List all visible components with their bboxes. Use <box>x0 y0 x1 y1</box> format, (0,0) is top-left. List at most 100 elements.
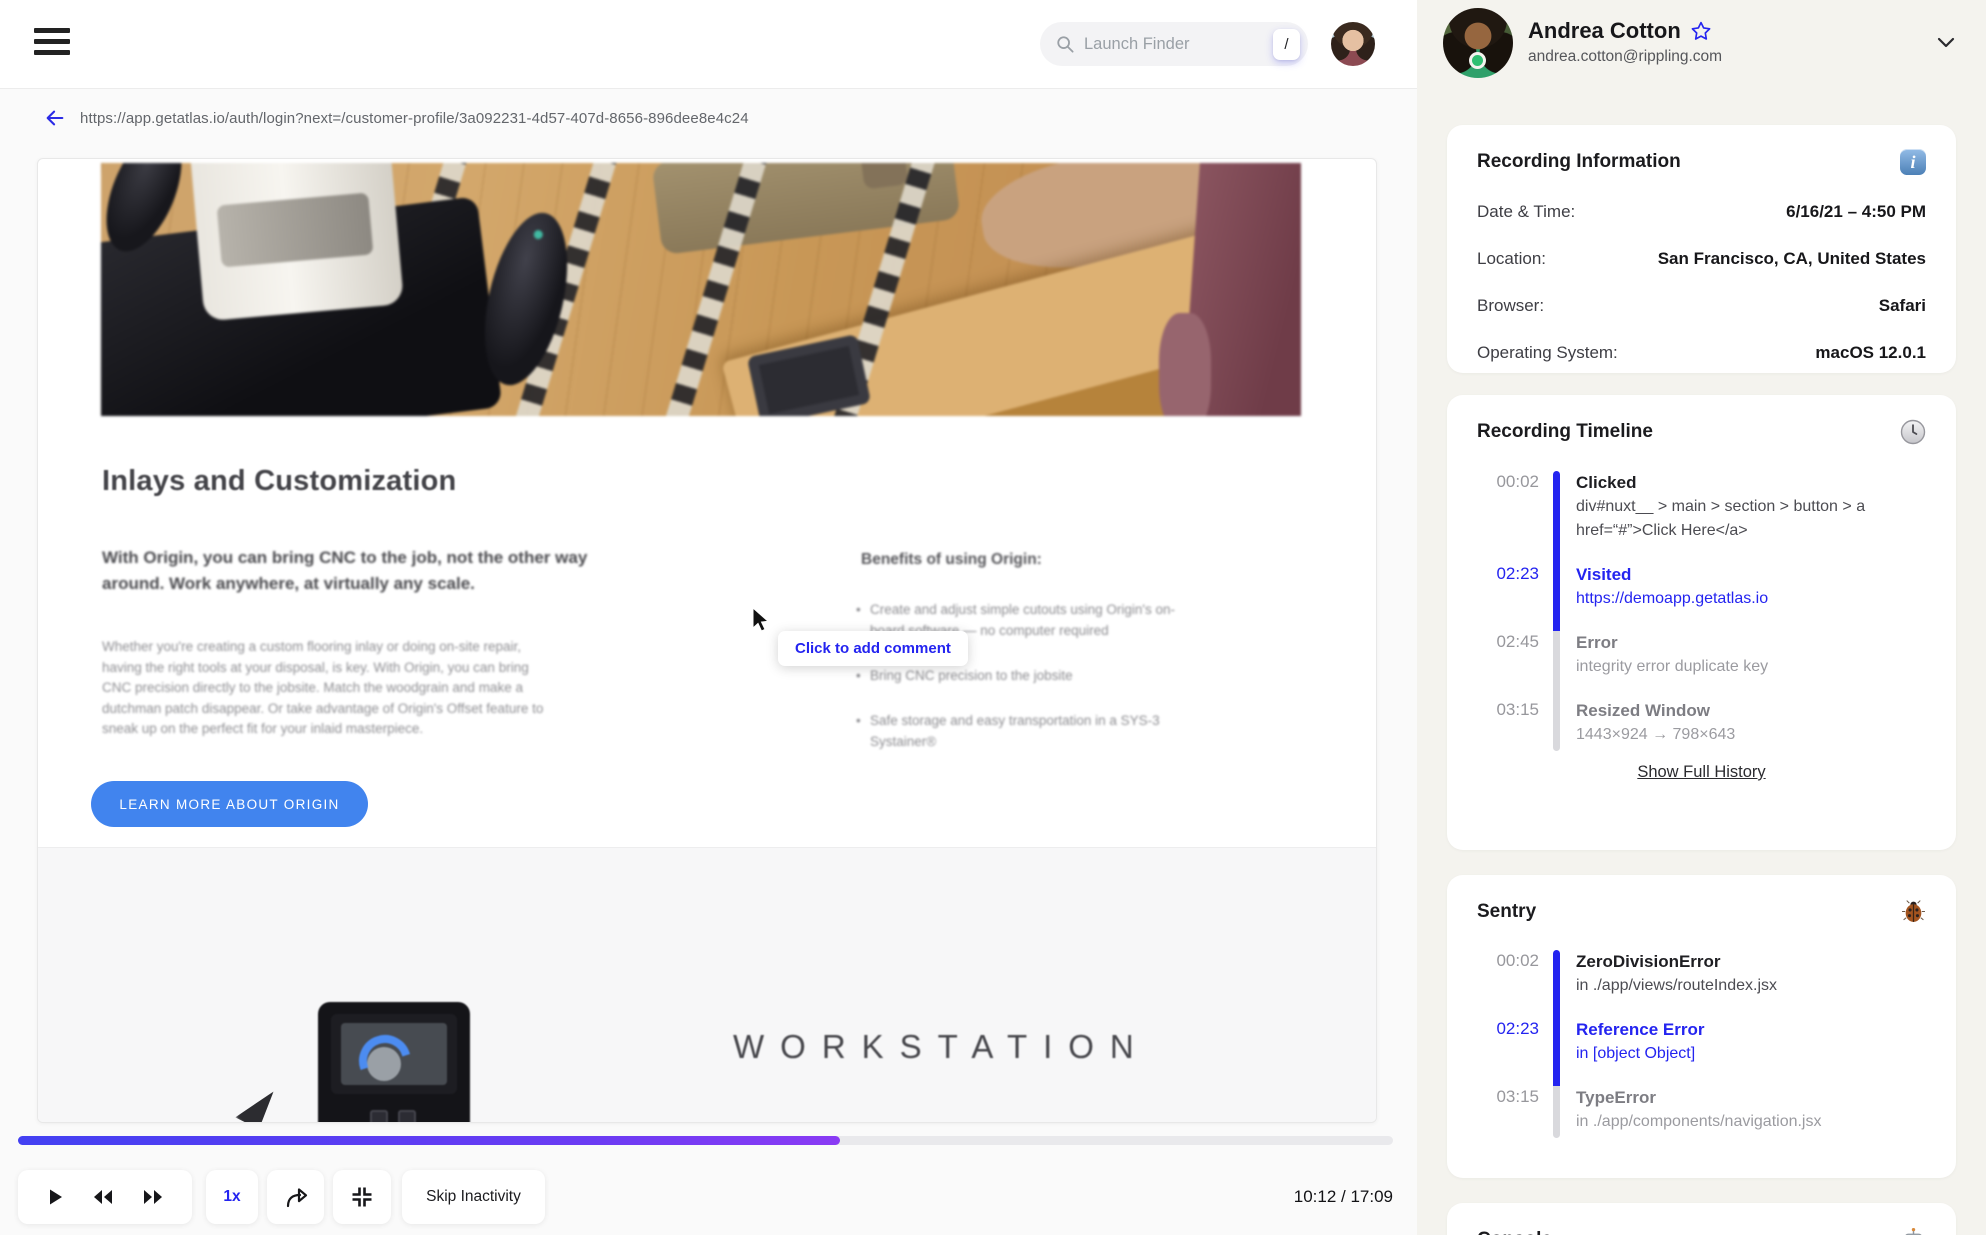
console-title: Console <box>1477 1229 1552 1235</box>
sentry-event: 00:02 ZeroDivisionError in ./app/views/r… <box>1477 950 1926 1018</box>
fast-forward-button[interactable] <box>141 1187 165 1207</box>
info-value: 6/16/21 – 4:50 PM <box>1786 202 1926 221</box>
topbar: / <box>0 0 1417 89</box>
show-full-history-link[interactable]: Show Full History <box>1477 763 1926 782</box>
timeline-event: 03:15 Resized Window 1443×924 → 798×643 <box>1477 699 1926 751</box>
session-cursor-icon <box>752 607 770 632</box>
rewind-button[interactable] <box>91 1187 115 1207</box>
event-detail: in ./app/components/navigation.jsx <box>1576 1113 1822 1130</box>
shaper-origin-machine <box>318 1002 470 1122</box>
user-profile-header: Andrea Cotton andrea.cotton@rippling.com <box>1417 0 1986 96</box>
event-link[interactable]: https://demoapp.getatlas.io <box>1576 587 1768 611</box>
recording-information-title: Recording Information <box>1477 151 1681 172</box>
machine-button <box>398 1110 416 1122</box>
site-intro-bold: With Origin, you can bring CNC to the jo… <box>102 548 588 593</box>
event-title: Error <box>1576 633 1618 652</box>
replay-panel: https://app.getatlas.io/auth/login?next=… <box>0 89 1417 1235</box>
recording-information-card: Recording Information i Date & Time: 6/16… <box>1447 125 1956 373</box>
play-icon <box>50 1189 62 1205</box>
event-bar <box>1553 950 1560 1018</box>
event-title: ZeroDivisionError <box>1576 952 1721 971</box>
benefits-list: Create and adjust simple cutouts using O… <box>856 599 1196 776</box>
event-bar <box>1553 471 1560 563</box>
recorded-url-bar: https://app.getatlas.io/auth/login?next=… <box>44 105 749 131</box>
timeline-event: 00:02 Clicked div#nuxt__ > main > sectio… <box>1477 471 1926 563</box>
timeline-event: 02:23 Visited https://demoapp.getatlas.i… <box>1477 563 1926 631</box>
rewind-icon <box>94 1190 112 1204</box>
recording-timeline-card: Recording Timeline 00:02 Clicked div#nux… <box>1447 395 1956 850</box>
woodworking-hero-image <box>101 163 1301 416</box>
replay-viewport[interactable]: Inlays and Customization With Origin, yo… <box>37 158 1377 1123</box>
machine-screen <box>331 1014 457 1094</box>
event-title: Resized Window <box>1576 701 1710 720</box>
event-detail: integrity error duplicate key <box>1576 658 1769 675</box>
launch-finder-search[interactable]: / <box>1040 22 1308 66</box>
share-button[interactable] <box>267 1170 324 1224</box>
event-time: 03:15 <box>1496 1087 1539 1106</box>
console-card: Console <box>1447 1203 1956 1235</box>
slash-shortcut-key: / <box>1273 28 1300 60</box>
skip-inactivity-button[interactable]: Skip Inactivity <box>402 1170 545 1224</box>
info-label: Operating System: <box>1477 343 1618 362</box>
workstation-section: WORKSTATION <box>38 847 1376 1123</box>
user-name-row: Andrea Cotton <box>1528 18 1712 44</box>
event-time: 00:02 <box>1496 951 1539 970</box>
timeline-event: 02:45 Error integrity error duplicate ke… <box>1477 631 1926 699</box>
ladybug-icon <box>1902 900 1925 922</box>
details-sidebar: Andrea Cotton andrea.cotton@rippling.com… <box>1417 0 1986 1235</box>
playback-time: 10:12 / 17:09 <box>1293 1187 1393 1206</box>
benefits-title: Benefits of using Origin: <box>861 551 1042 568</box>
site-heading: Inlays and Customization <box>102 465 457 497</box>
event-detail: 1443×924 → 798×643 <box>1576 726 1736 743</box>
info-value: San Francisco, CA, United States <box>1657 249 1926 268</box>
collapse-view-button[interactable] <box>333 1170 391 1224</box>
benefit-item: Safe storage and easy transportation in … <box>856 710 1196 752</box>
fast-forward-icon <box>144 1190 162 1204</box>
sentry-event: 02:23 Reference Error in [object Object] <box>1477 1018 1926 1086</box>
sentry-event: 03:15 TypeError in ./app/components/navi… <box>1477 1086 1926 1138</box>
event-time: 02:23 <box>1496 1019 1539 1038</box>
machine-display <box>341 1023 447 1085</box>
playback-progress-fill <box>18 1136 841 1145</box>
chevron-down-icon[interactable] <box>1934 30 1958 54</box>
add-comment-tooltip[interactable]: Click to add comment <box>778 631 968 666</box>
workstation-logo: WORKSTATION <box>733 1028 1150 1065</box>
event-title: Reference Error <box>1576 1020 1705 1039</box>
event-time: 02:45 <box>1496 632 1539 651</box>
event-bar <box>1553 631 1560 699</box>
benefit-item: Bring CNC precision to the jobsite <box>856 665 1196 686</box>
playback-speed-button[interactable]: 1x <box>206 1170 258 1224</box>
search-input[interactable] <box>1084 34 1273 54</box>
menu-icon[interactable] <box>34 28 70 58</box>
info-icon: i <box>1900 149 1926 175</box>
playback-progress-bar[interactable] <box>18 1136 1393 1145</box>
event-time: 00:02 <box>1496 472 1539 491</box>
info-label: Location: <box>1477 249 1546 268</box>
sentry-card: Sentry 00:02 ZeroDivisionError in ./app/… <box>1447 875 1956 1178</box>
event-time: 03:15 <box>1496 700 1539 719</box>
online-status-dot <box>1469 52 1486 69</box>
info-label: Browser: <box>1477 296 1545 315</box>
info-value: Safari <box>1878 296 1926 315</box>
search-icon <box>1057 36 1074 53</box>
site-intro-body: Whether you're creating a custom floorin… <box>102 639 544 736</box>
event-title: Clicked <box>1576 473 1637 492</box>
event-bar <box>1553 1086 1560 1138</box>
share-arrow-icon <box>286 1188 307 1208</box>
sentry-title: Sentry <box>1477 900 1537 922</box>
event-detail: div#nuxt__ > main > section > button > a… <box>1576 498 1866 539</box>
event-bar <box>1553 699 1560 751</box>
learn-more-button: LEARN MORE ABOUT ORIGIN <box>91 781 368 827</box>
user-name: Andrea Cotton <box>1528 18 1681 43</box>
topbar-avatar[interactable] <box>1331 22 1375 66</box>
play-button[interactable] <box>45 1187 65 1207</box>
image-fragment <box>235 1083 283 1123</box>
star-icon[interactable] <box>1690 20 1712 42</box>
sentry-list: 00:02 ZeroDivisionError in ./app/views/r… <box>1477 950 1926 1138</box>
machine-button <box>370 1110 388 1122</box>
session-replay-app: / https://app.getatlas.io/auth/login?nex… <box>0 0 1986 1235</box>
back-arrow-icon[interactable] <box>44 107 66 129</box>
timeline-list: 00:02 Clicked div#nuxt__ > main > sectio… <box>1477 471 1926 751</box>
recording-timeline-title: Recording Timeline <box>1477 421 1653 442</box>
user-email: andrea.cotton@rippling.com <box>1528 48 1723 65</box>
